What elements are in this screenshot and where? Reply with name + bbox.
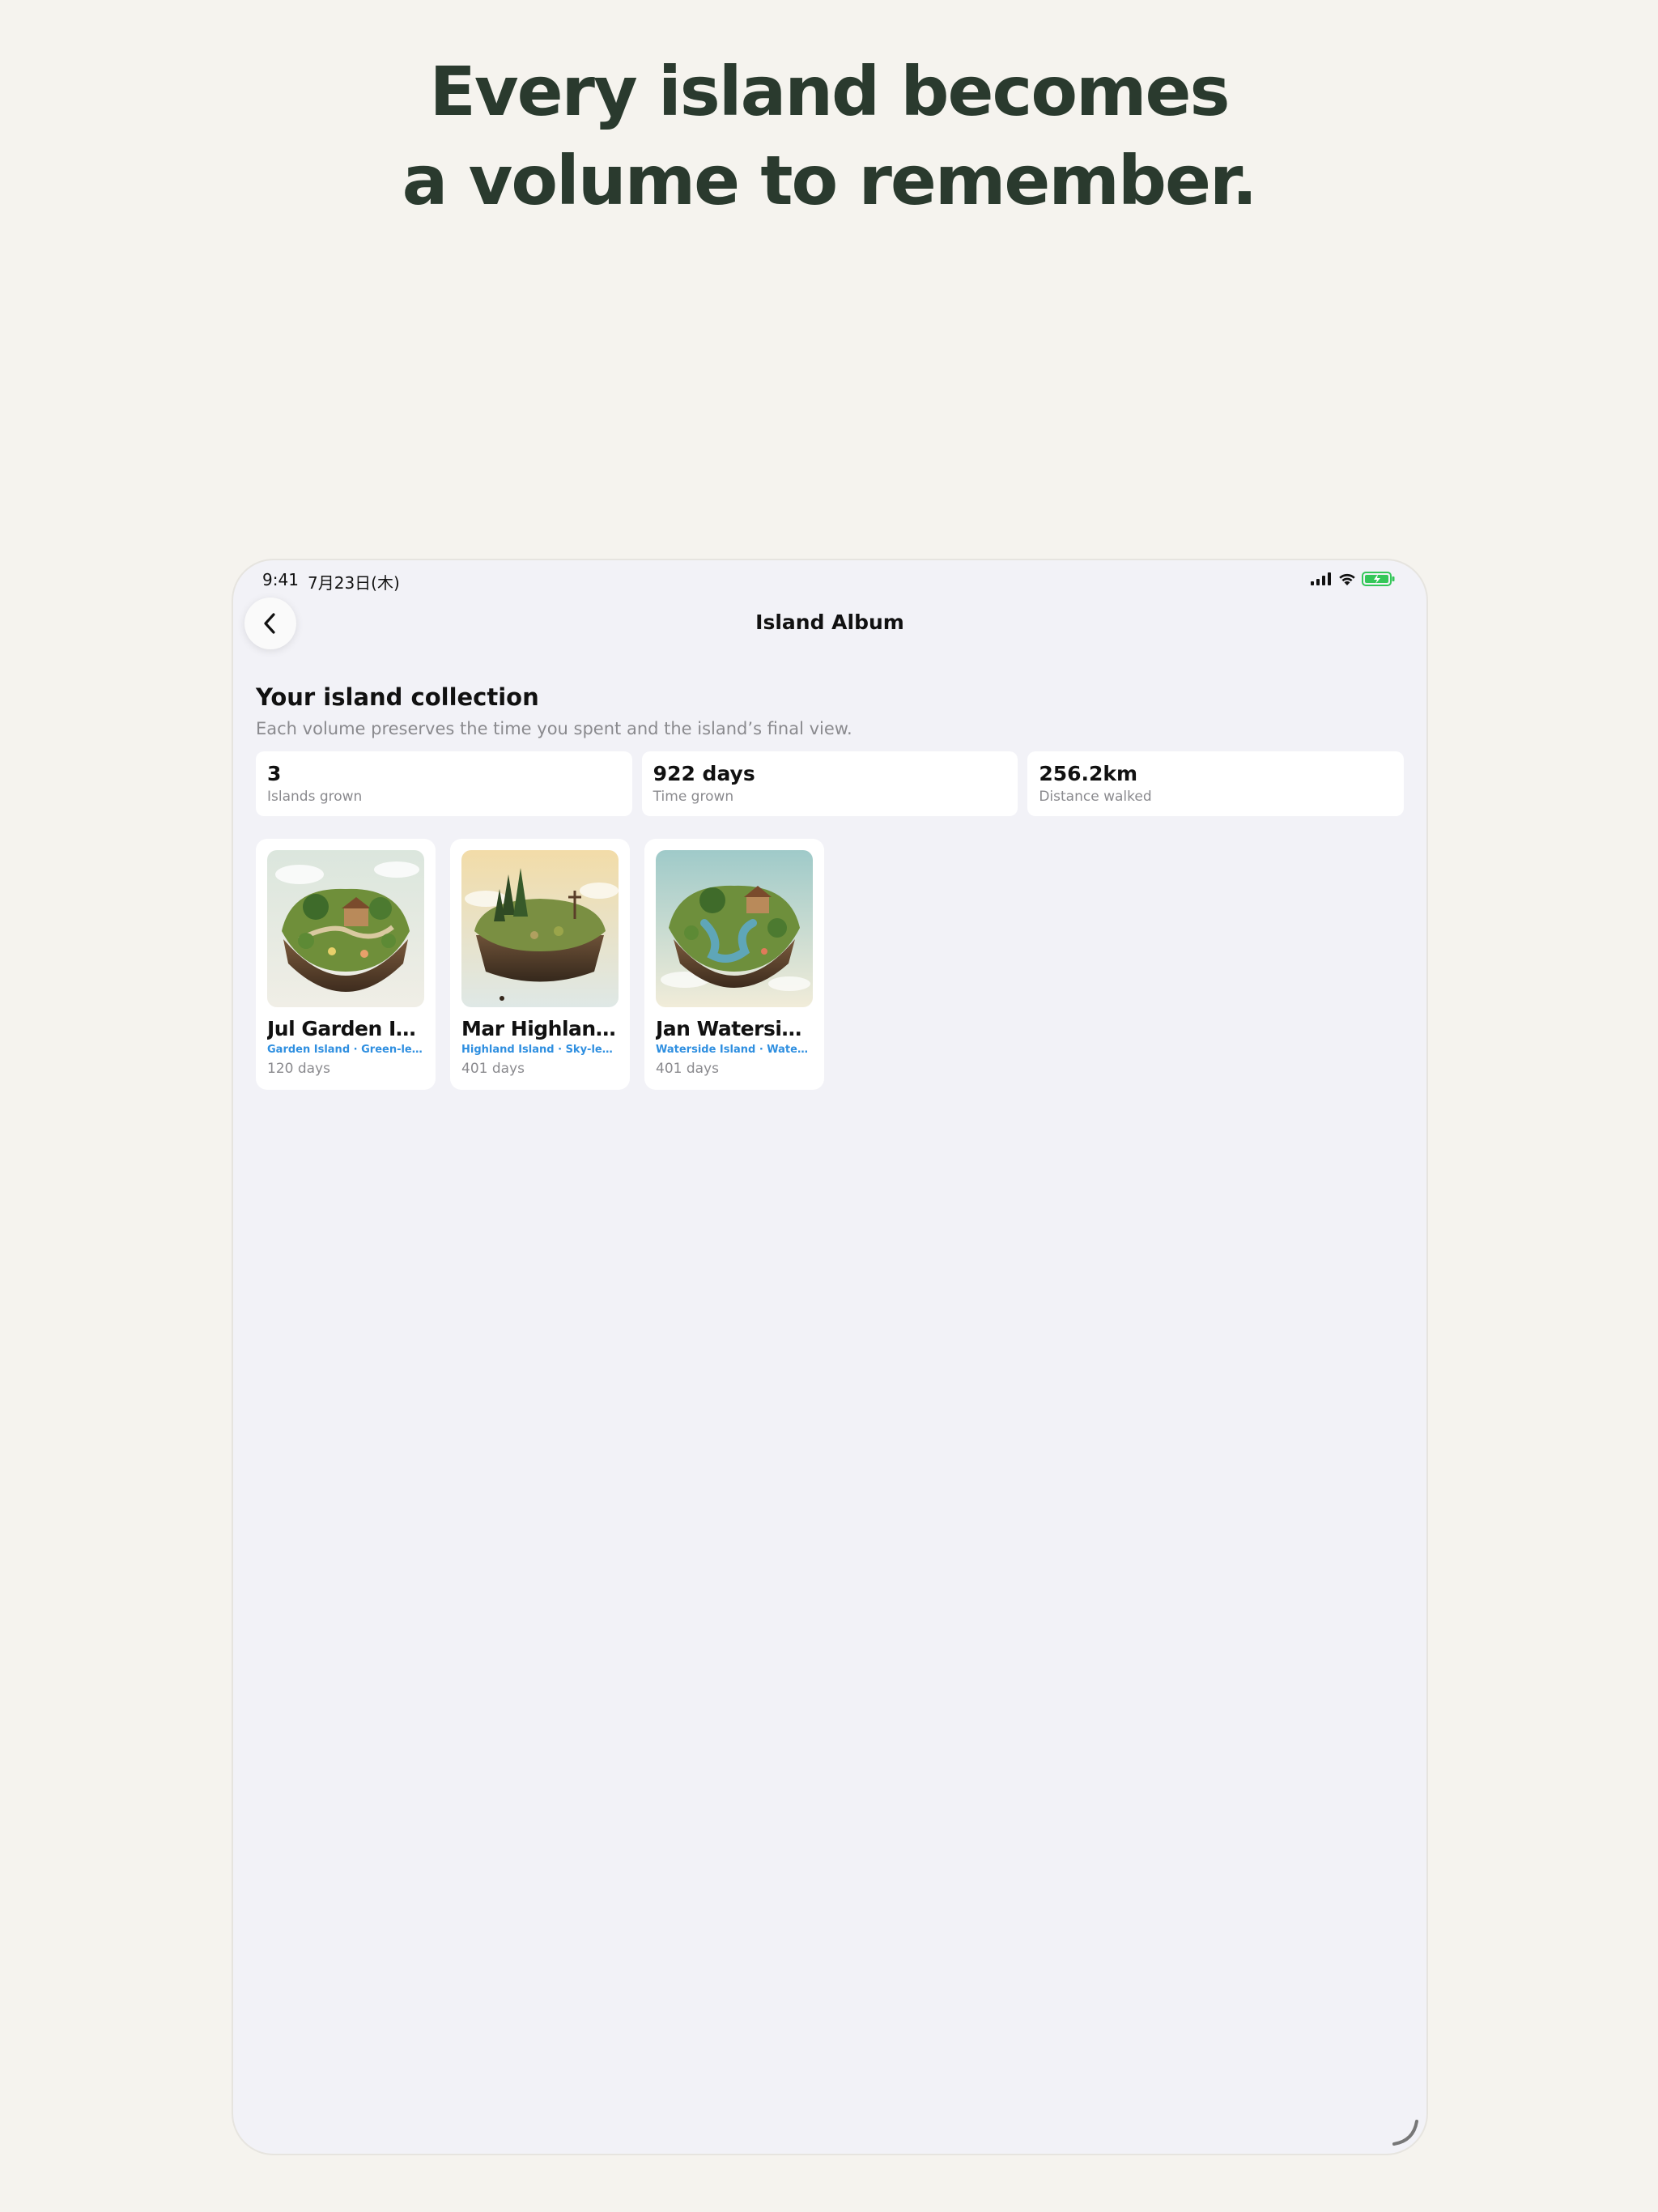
resize-corner-icon xyxy=(1392,2120,1418,2146)
island-tags: Highland Island · Sky-led... xyxy=(461,1044,619,1056)
headline-line-2: a volume to remember. xyxy=(402,141,1258,220)
stat-value: 922 days xyxy=(653,762,755,785)
stat-card-islands: 3 Islands grown xyxy=(256,751,632,816)
page-title: Island Album xyxy=(755,610,904,634)
island-grid: Jul Garden Isla... Garden Island · Green… xyxy=(256,839,824,1090)
wifi-icon xyxy=(1339,573,1355,585)
ipad-screen: 9:41 7月23日(木) Island Album Your island c… xyxy=(232,559,1428,2155)
island-title: Jul Garden Isla... xyxy=(267,1017,424,1040)
battery-charging-icon xyxy=(1362,572,1395,586)
island-tags: Garden Island · Green-led... xyxy=(267,1044,424,1056)
island-card-highland[interactable]: Mar Highland I... Highland Island · Sky-… xyxy=(450,839,630,1090)
status-bar: 9:41 7月23日(木) xyxy=(233,560,1426,599)
collection-subtitle: Each volume preserves the time you spent… xyxy=(256,719,852,738)
island-card-garden[interactable]: Jul Garden Isla... Garden Island · Green… xyxy=(256,839,436,1090)
island-days: 401 days xyxy=(461,1061,525,1077)
stats-row: 3 Islands grown 922 days Time grown 256.… xyxy=(256,751,1405,816)
stat-card-time: 922 days Time grown xyxy=(641,751,1018,816)
stat-label: Distance walked xyxy=(1039,789,1152,805)
stat-card-distance: 256.2km Distance walked xyxy=(1027,751,1405,816)
island-title: Jan Waterside... xyxy=(656,1017,813,1040)
island-tags: Waterside Island · Water-l... xyxy=(656,1044,813,1056)
island-days: 120 days xyxy=(267,1061,330,1077)
island-card-waterside[interactable]: Jan Waterside... Waterside Island · Wate… xyxy=(644,839,824,1090)
status-time: 9:41 xyxy=(262,570,299,589)
stat-value: 3 xyxy=(267,762,282,785)
signal-icon xyxy=(1311,572,1331,585)
stat-value: 256.2km xyxy=(1039,762,1138,785)
waterside-island-illustration xyxy=(656,850,813,1007)
stat-label: Time grown xyxy=(653,789,734,805)
headline-line-1: Every island becomes xyxy=(429,52,1230,131)
island-days: 401 days xyxy=(656,1061,719,1077)
highland-island-illustration xyxy=(461,850,619,1007)
collection-title: Your island collection xyxy=(256,683,539,711)
stat-label: Islands grown xyxy=(267,789,363,805)
garden-island-illustration xyxy=(267,850,424,1007)
status-icons xyxy=(1310,572,1396,586)
island-title: Mar Highland I... xyxy=(461,1017,619,1040)
status-date: 7月23日(木) xyxy=(308,573,400,593)
marketing-headline: Every island becomes a volume to remembe… xyxy=(0,47,1658,225)
